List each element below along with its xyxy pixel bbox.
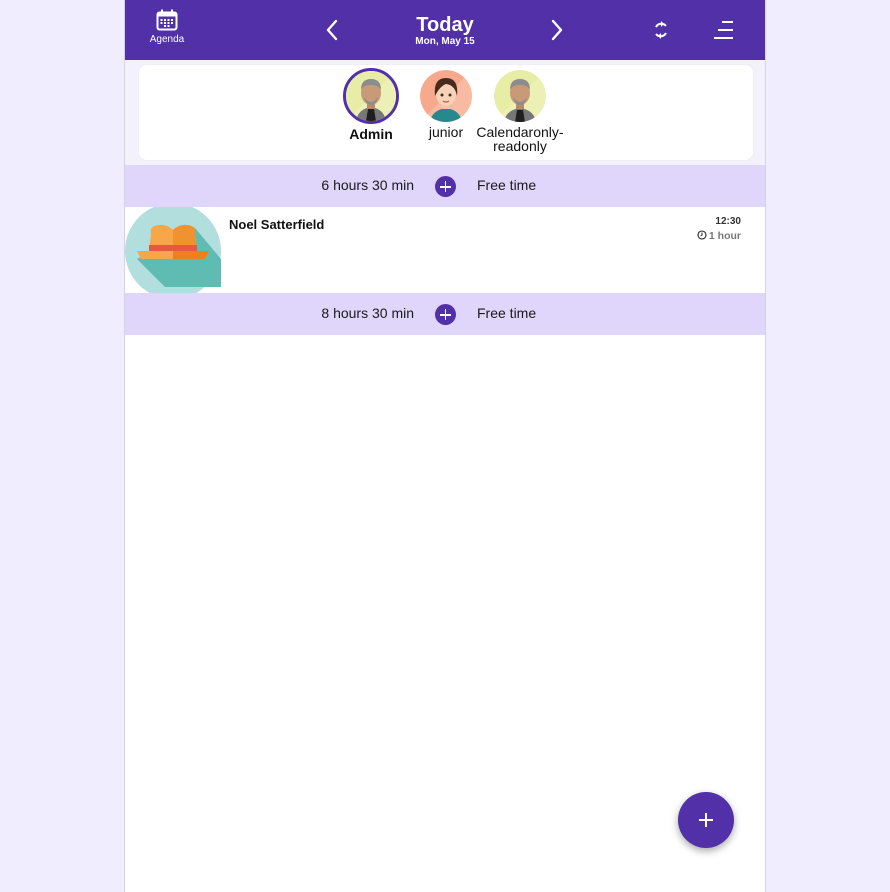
user-name: Calendaronly- readonly — [474, 125, 566, 153]
agenda-button[interactable]: Agenda — [143, 8, 191, 52]
avatar — [494, 70, 546, 122]
free-time-slot[interactable]: 6 hours 30 min Free time — [125, 165, 765, 207]
free-time-label: Free time — [477, 177, 537, 193]
clock-icon — [697, 230, 707, 243]
previous-day-button[interactable] — [321, 16, 347, 44]
date-title: Today Mon, May 15 — [345, 14, 545, 48]
menu-icon — [714, 21, 733, 39]
menu-button[interactable] — [711, 18, 737, 42]
sync-button[interactable] — [649, 18, 673, 42]
user-name-line2: readonly — [493, 138, 547, 154]
page-title: Today — [416, 14, 474, 36]
free-time-slot[interactable]: 8 hours 30 min Free time — [125, 293, 765, 335]
sync-icon — [655, 21, 667, 39]
appointment-client-name: Noel Satterfield — [229, 217, 325, 232]
app-frame: Agenda Today Mon, May 15 Admin junior Ca… — [124, 0, 766, 892]
hat-icon — [125, 207, 221, 293]
next-day-button[interactable] — [545, 16, 571, 44]
avatar — [420, 70, 472, 122]
add-appointment-plus-icon[interactable] — [435, 304, 456, 325]
chevron-left-icon — [326, 19, 338, 41]
free-time-duration: 6 hours 30 min — [321, 177, 414, 193]
user-selector: Admin junior Calendaronly- readonly — [139, 65, 753, 160]
top-bar: Agenda Today Mon, May 15 — [125, 0, 765, 60]
page-subtitle: Mon, May 15 — [415, 36, 475, 47]
agenda-label: Agenda — [149, 34, 185, 45]
appointment-card[interactable]: Noel Satterfield 12:30 1 hour — [125, 207, 765, 293]
user-calendaronly-readonly[interactable]: Calendaronly- readonly — [474, 70, 566, 153]
free-time-duration: 8 hours 30 min — [321, 305, 414, 321]
avatar — [343, 68, 399, 124]
add-appointment-fab-button[interactable] — [678, 792, 734, 848]
appointment-duration: 1 hour — [697, 230, 741, 243]
appointment-duration-text: 1 hour — [708, 230, 741, 242]
add-appointment-plus-icon[interactable] — [435, 176, 456, 197]
chevron-right-icon — [551, 19, 563, 41]
calendar-icon — [143, 9, 191, 31]
free-time-label: Free time — [477, 305, 537, 321]
appointment-time: 12:30 — [715, 216, 741, 227]
